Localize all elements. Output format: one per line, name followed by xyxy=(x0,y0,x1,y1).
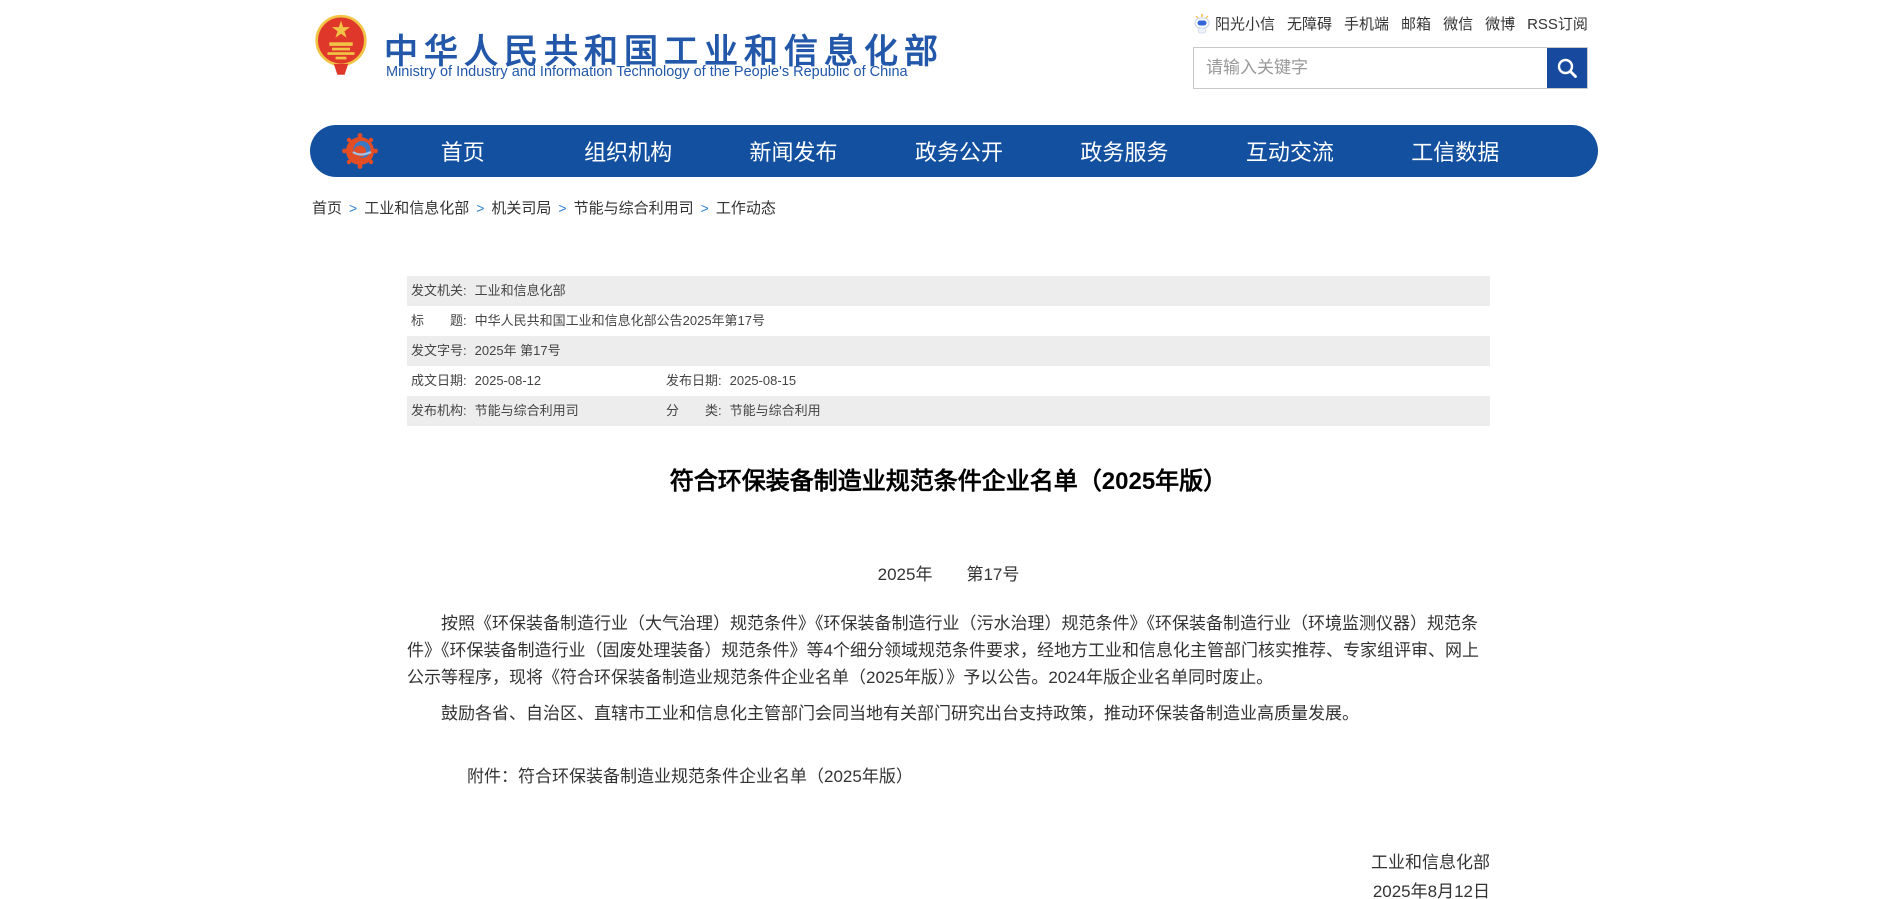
page: 中华人民共和国工业和信息化部 Ministry of Industry and … xyxy=(0,0,1895,899)
search-box xyxy=(1193,47,1588,89)
robot-icon xyxy=(1193,14,1211,34)
meta-value: 2025年 第17号 xyxy=(475,343,561,358)
signature-organization: 工业和信息化部 xyxy=(407,848,1490,873)
meta-cell: 发布日期: 2025-08-15 xyxy=(666,366,796,396)
article-paragraph: 鼓励各省、自治区、直辖市工业和信息化主管部门会同当地有关部门研究出台支持政策，推… xyxy=(407,700,1493,727)
breadcrumb-home[interactable]: 首页 xyxy=(312,197,342,218)
search-button[interactable] xyxy=(1547,48,1587,88)
meta-label: 分 类: xyxy=(666,403,722,418)
meta-value: 节能与综合利用司 xyxy=(475,403,579,418)
nav-item-organization[interactable]: 组织机构 xyxy=(545,135,710,167)
meta-row-publisher: 发布机构: 节能与综合利用司 分 类: 节能与综合利用 xyxy=(407,396,1490,426)
breadcrumb-separator: > xyxy=(558,200,566,216)
meta-label: 发布机构: xyxy=(411,403,467,418)
breadcrumb-energy-dept[interactable]: 节能与综合利用司 xyxy=(574,197,694,218)
meta-label: 发文字号: xyxy=(411,343,467,358)
meta-cell: 成文日期: 2025-08-12 xyxy=(411,366,666,396)
top-link-label: 阳光小信 xyxy=(1215,13,1275,34)
meta-value: 中华人民共和国工业和信息化部公告2025年第17号 xyxy=(475,313,765,328)
top-link-sunshine[interactable]: 阳光小信 xyxy=(1193,13,1275,34)
nav-item-gov-disclosure[interactable]: 政务公开 xyxy=(876,135,1041,167)
top-link-weibo[interactable]: 微博 xyxy=(1485,13,1515,34)
meta-row-dates: 成文日期: 2025-08-12 发布日期: 2025-08-15 xyxy=(407,366,1490,396)
top-links: 阳光小信 无障碍 手机端 邮箱 微信 微博 RSS订阅 xyxy=(1193,13,1588,34)
nav-item-home[interactable]: 首页 xyxy=(380,135,545,167)
meta-row-doc-number: 发文字号: 2025年 第17号 xyxy=(407,336,1490,366)
nav-item-news[interactable]: 新闻发布 xyxy=(711,135,876,167)
national-emblem-icon xyxy=(314,13,368,77)
meta-value: 节能与综合利用 xyxy=(730,403,821,418)
meta-value: 2025-08-12 xyxy=(475,373,542,388)
site-subtitle: Ministry of Industry and Information Tec… xyxy=(386,64,908,80)
search-input[interactable] xyxy=(1194,48,1547,88)
article-doc-number: 2025年 第17号 xyxy=(407,560,1490,585)
nav-items: 首页 组织机构 新闻发布 政务公开 政务服务 互动交流 工信数据 xyxy=(380,135,1538,167)
meta-cell: 分 类: 节能与综合利用 xyxy=(666,396,821,426)
search-icon xyxy=(1556,57,1578,79)
document-meta-table: 发文机关: 工业和信息化部 标 题: 中华人民共和国工业和信息化部公告2025年第1… xyxy=(407,276,1490,426)
meta-cell: 发文字号: 2025年 第17号 xyxy=(411,336,561,366)
nav-item-gov-services[interactable]: 政务服务 xyxy=(1042,135,1207,167)
article-body: 按照《环保装备制造行业（大气治理）规范条件》《环保装备制造行业（污水治理）规范条… xyxy=(407,610,1493,736)
top-link-mail[interactable]: 邮箱 xyxy=(1401,13,1431,34)
breadcrumb-departments[interactable]: 机关司局 xyxy=(491,197,551,218)
top-link-accessibility[interactable]: 无障碍 xyxy=(1287,13,1332,34)
breadcrumb-miit[interactable]: 工业和信息化部 xyxy=(364,197,469,218)
nav-item-miit-data[interactable]: 工信数据 xyxy=(1373,135,1538,167)
main-nav: 首页 组织机构 新闻发布 政务公开 政务服务 互动交流 工信数据 xyxy=(310,125,1598,177)
meta-cell: 发文机关: 工业和信息化部 xyxy=(411,276,566,306)
breadcrumb: 首页 > 工业和信息化部 > 机关司局 > 节能与综合利用司 > 工作动态 xyxy=(312,197,776,218)
attachment-link[interactable]: 附件：符合环保装备制造业规范条件企业名单（2025年版） xyxy=(467,762,913,787)
meta-label: 成文日期: xyxy=(411,373,467,388)
top-link-rss[interactable]: RSS订阅 xyxy=(1527,13,1588,34)
meta-value: 2025-08-15 xyxy=(730,373,797,388)
meta-value: 工业和信息化部 xyxy=(475,283,566,298)
nav-item-interaction[interactable]: 互动交流 xyxy=(1207,135,1372,167)
meta-label: 发文机关: xyxy=(411,283,467,298)
breadcrumb-separator: > xyxy=(476,200,484,216)
signature-date: 2025年8月12日 xyxy=(407,877,1490,899)
breadcrumb-work-updates[interactable]: 工作动态 xyxy=(716,197,776,218)
breadcrumb-separator: > xyxy=(701,200,709,216)
article-paragraph: 按照《环保装备制造行业（大气治理）规范条件》《环保装备制造行业（污水治理）规范条… xyxy=(407,610,1493,691)
article-title: 符合环保装备制造业规范条件企业名单（2025年版） xyxy=(407,461,1490,496)
meta-cell: 发布机构: 节能与综合利用司 xyxy=(411,396,666,426)
miit-logo-icon xyxy=(340,131,380,171)
meta-row-title: 标 题: 中华人民共和国工业和信息化部公告2025年第17号 xyxy=(407,306,1490,336)
breadcrumb-separator: > xyxy=(349,200,357,216)
meta-cell: 标 题: 中华人民共和国工业和信息化部公告2025年第17号 xyxy=(411,306,765,336)
top-link-wechat[interactable]: 微信 xyxy=(1443,13,1473,34)
meta-label: 标 题: xyxy=(411,313,467,328)
meta-label: 发布日期: xyxy=(666,373,722,388)
meta-row-issuing-org: 发文机关: 工业和信息化部 xyxy=(407,276,1490,306)
top-link-mobile[interactable]: 手机端 xyxy=(1344,13,1389,34)
